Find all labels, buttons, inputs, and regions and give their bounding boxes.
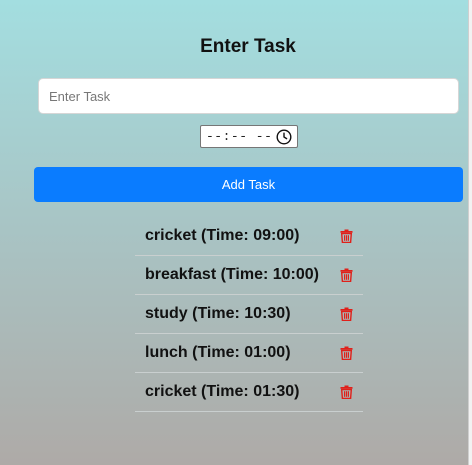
- delete-task-button[interactable]: [338, 228, 354, 244]
- page-title: Enter Task: [200, 36, 296, 57]
- task-label: lunch (Time: 01:00): [145, 344, 291, 361]
- delete-task-button[interactable]: [338, 267, 354, 283]
- task-label: cricket (Time: 01:30): [145, 383, 300, 400]
- delete-task-button[interactable]: [338, 345, 354, 361]
- add-task-button[interactable]: Add Task: [34, 167, 463, 202]
- task-item: cricket (Time: 01:30): [135, 373, 363, 412]
- delete-task-button[interactable]: [338, 306, 354, 322]
- task-label: breakfast (Time: 10:00): [145, 266, 319, 283]
- time-input[interactable]: --:-- --: [200, 125, 298, 148]
- trash-icon: [340, 346, 352, 360]
- delete-task-button[interactable]: [338, 384, 354, 400]
- trash-icon: [340, 229, 352, 243]
- task-list: cricket (Time: 09:00) breakfast (Time: 1…: [135, 217, 363, 412]
- task-item: breakfast (Time: 10:00): [135, 256, 363, 295]
- window-edge: [468, 0, 472, 465]
- task-item: cricket (Time: 09:00): [135, 217, 363, 256]
- trash-icon: [340, 268, 352, 282]
- task-input[interactable]: [38, 78, 459, 114]
- trash-icon: [340, 385, 352, 399]
- task-label: cricket (Time: 09:00): [145, 227, 300, 244]
- clock-icon[interactable]: [276, 128, 292, 145]
- task-item: study (Time: 10:30): [135, 295, 363, 334]
- task-item: lunch (Time: 01:00): [135, 334, 363, 373]
- task-label: study (Time: 10:30): [145, 305, 291, 322]
- time-value: --:-- --: [206, 129, 273, 144]
- trash-icon: [340, 307, 352, 321]
